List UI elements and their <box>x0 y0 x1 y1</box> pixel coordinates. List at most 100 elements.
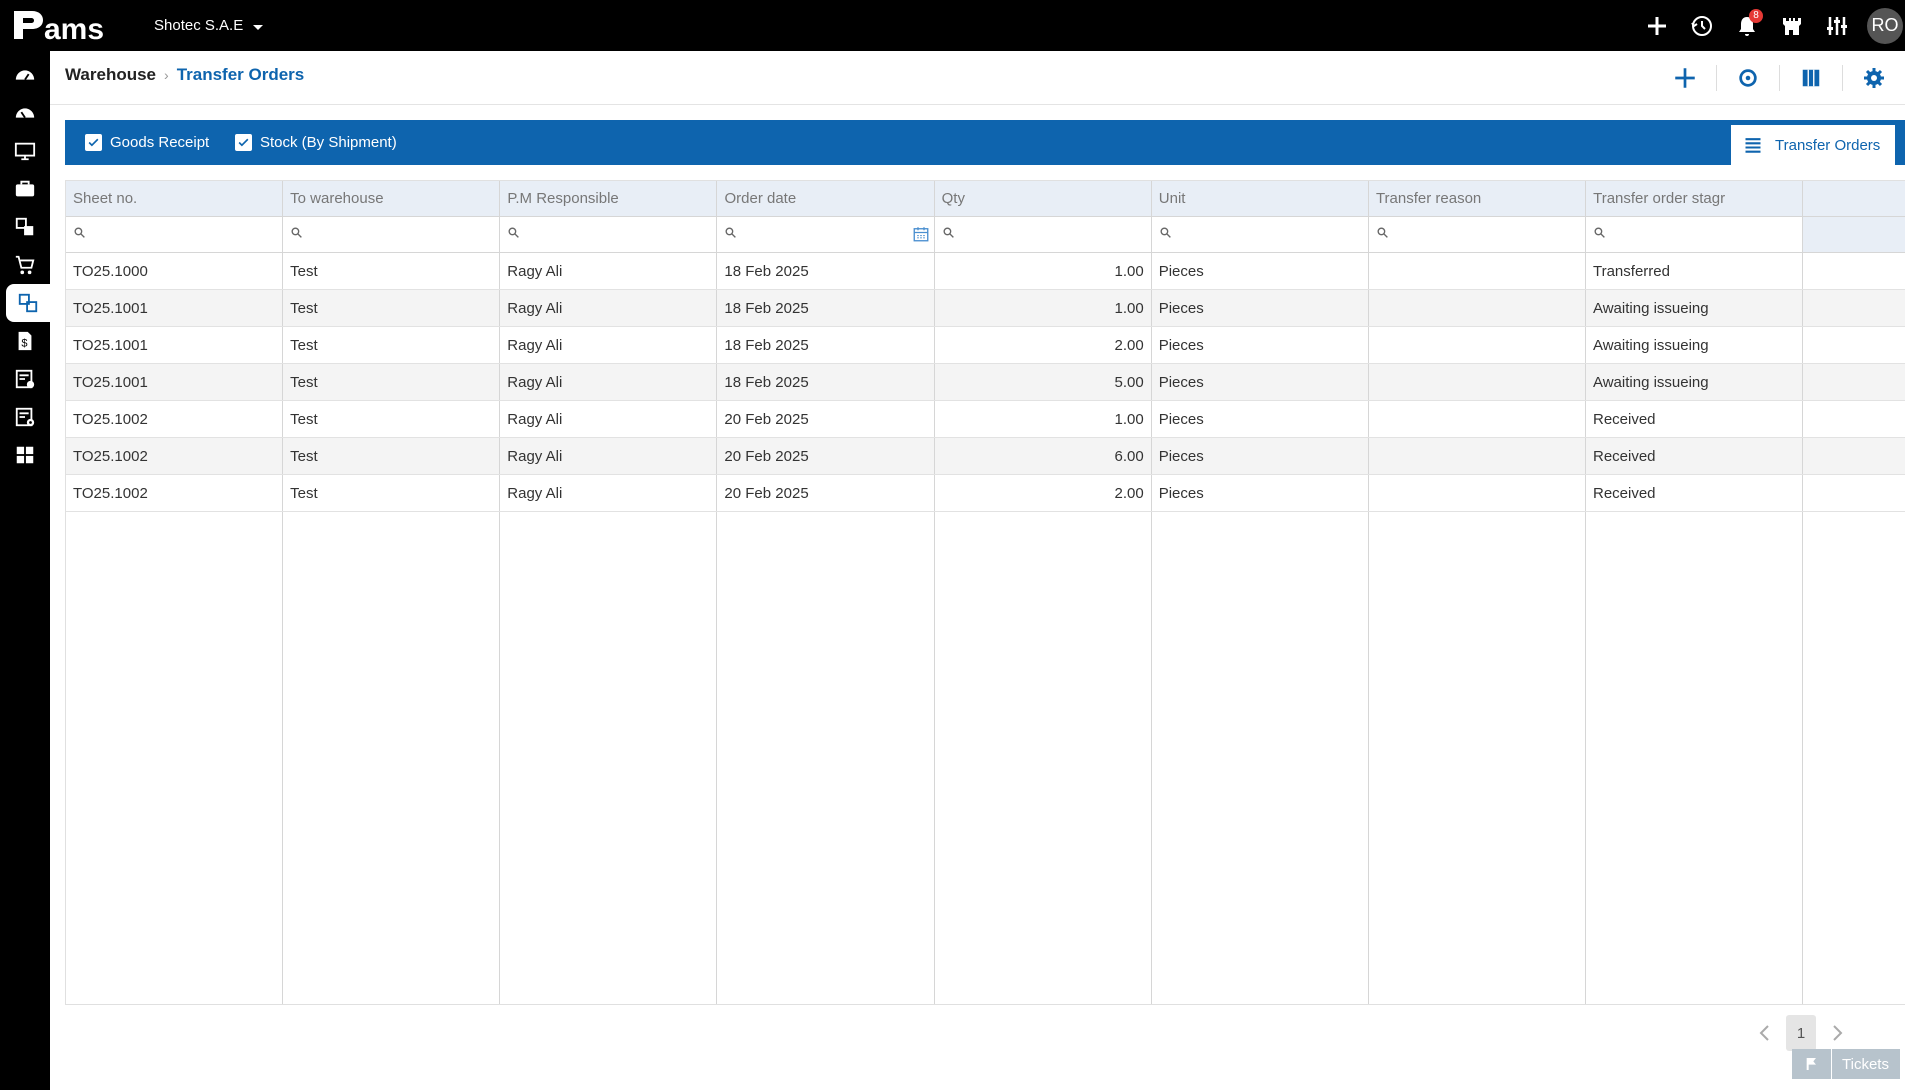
cell-filler <box>1803 401 1905 437</box>
column-header-pm-responsible[interactable]: P.M Responsible <box>500 181 717 217</box>
cell-transfer-reason <box>1369 327 1586 363</box>
chevron-right-icon: › <box>164 67 169 83</box>
cell-pm-responsible: Ragy Ali <box>500 290 718 326</box>
table-row[interactable]: TO25.1001 Test Ragy Ali 18 Feb 2025 2.00 Piec… <box>66 327 1905 364</box>
column-header-qty[interactable]: Qty <box>934 181 1151 217</box>
tickets-label: Tickets <box>1842 1055 1889 1073</box>
columns-icon[interactable] <box>1780 51 1842 105</box>
cell-qty: 1.00 <box>935 253 1152 289</box>
grid-body: TO25.1000 Test Ragy Ali 18 Feb 2025 1.00 Piec… <box>66 253 1905 512</box>
cell-transfer-order-stage: Awaiting issueing <box>1586 327 1804 363</box>
monitor-icon[interactable] <box>0 132 50 170</box>
column-header-sheet-no[interactable]: Sheet no. <box>66 181 283 217</box>
table-row[interactable]: TO25.1002 Test Ragy Ali 20 Feb 2025 1.00 Piec… <box>66 401 1905 438</box>
sidebar: $ <box>0 51 50 1090</box>
cell-sheet-no: TO25.1001 <box>66 327 284 363</box>
bell-icon[interactable]: 8 <box>1724 0 1769 51</box>
cell-pm-responsible: Ragy Ali <box>500 475 718 511</box>
table-row[interactable]: TO25.1001 Test Ragy Ali 18 Feb 2025 5.00 Piec… <box>66 364 1905 401</box>
column-header-filler <box>1803 181 1905 217</box>
filter-to-warehouse[interactable] <box>283 217 500 253</box>
cell-sheet-no: TO25.1002 <box>66 475 284 511</box>
tab-stock-by-shipment[interactable]: Stock (By Shipment) <box>235 120 397 165</box>
page-number[interactable]: 1 <box>1786 1015 1816 1051</box>
dashboard-icon[interactable] <box>0 56 50 94</box>
table-row[interactable]: TO25.1000 Test Ragy Ali 18 Feb 2025 1.00 Piec… <box>66 253 1905 290</box>
tab-goods-receipt[interactable]: Goods Receipt <box>85 120 209 165</box>
cell-transfer-order-stage: Received <box>1586 401 1804 437</box>
table-row[interactable]: TO25.1002 Test Ragy Ali 20 Feb 2025 2.00 Piec… <box>66 475 1905 512</box>
cell-transfer-order-stage: Transferred <box>1586 253 1804 289</box>
top-bar: ams Shotec S.A.E 8 RO <box>0 0 1905 51</box>
filter-qty[interactable] <box>934 217 1151 253</box>
cell-filler <box>1803 364 1905 400</box>
add-record-button[interactable] <box>1654 51 1716 105</box>
chevron-right-icon[interactable] <box>1826 1015 1850 1051</box>
castle-icon[interactable] <box>1769 0 1814 51</box>
column-header-unit[interactable]: Unit <box>1151 181 1368 217</box>
cell-transfer-reason <box>1369 475 1586 511</box>
column-header-transfer-reason[interactable]: Transfer reason <box>1368 181 1586 217</box>
cell-filler <box>1803 290 1905 326</box>
cell-order-date: 18 Feb 2025 <box>717 290 935 326</box>
money-document-icon[interactable]: $ <box>0 322 50 360</box>
search-icon <box>73 226 86 244</box>
cell-pm-responsible: Ragy Ali <box>500 438 718 474</box>
tab-transfer-orders[interactable]: Transfer Orders <box>1731 125 1895 165</box>
dashboard-alt-icon[interactable] <box>0 94 50 132</box>
refresh-button[interactable] <box>1717 51 1779 105</box>
filter-order-date[interactable] <box>717 217 934 253</box>
cell-transfer-reason <box>1369 253 1586 289</box>
cart-icon[interactable] <box>0 246 50 284</box>
cell-transfer-order-stage: Received <box>1586 475 1804 511</box>
cell-order-date: 20 Feb 2025 <box>717 438 935 474</box>
filter-unit[interactable] <box>1151 217 1368 253</box>
chevron-left-icon[interactable] <box>1752 1015 1776 1051</box>
history-icon[interactable] <box>1679 0 1724 51</box>
filter-transfer-order-stage[interactable] <box>1586 217 1803 253</box>
cell-sheet-no: TO25.1001 <box>66 364 284 400</box>
page-header: Warehouse › Transfer Orders <box>50 51 1905 105</box>
cell-filler <box>1803 475 1905 511</box>
cell-transfer-reason <box>1369 438 1586 474</box>
caret-down-icon <box>253 25 264 30</box>
sliders-icon[interactable] <box>1814 0 1859 51</box>
table-row[interactable]: TO25.1001 Test Ragy Ali 18 Feb 2025 1.00 Piec… <box>66 290 1905 327</box>
cell-order-date: 18 Feb 2025 <box>717 253 935 289</box>
cell-sheet-no: TO25.1002 <box>66 438 284 474</box>
column-header-transfer-order-stage[interactable]: Transfer order stagr <box>1586 181 1803 217</box>
breadcrumb-warehouse[interactable]: Warehouse <box>65 65 156 85</box>
column-header-to-warehouse[interactable]: To warehouse <box>283 181 500 217</box>
cell-unit: Pieces <box>1152 438 1369 474</box>
user-avatar[interactable]: RO <box>1867 7 1903 44</box>
tab-stock-label: Stock (By Shipment) <box>260 134 397 151</box>
svg-text:ams: ams <box>44 13 104 45</box>
transfer-orders-icon[interactable] <box>6 284 50 322</box>
checkbox-checked-icon[interactable] <box>235 134 252 151</box>
table-row[interactable]: TO25.1002 Test Ragy Ali 20 Feb 2025 6.00 Piec… <box>66 438 1905 475</box>
grid-apps-icon[interactable] <box>0 436 50 474</box>
cell-filler <box>1803 438 1905 474</box>
filter-transfer-reason[interactable] <box>1368 217 1586 253</box>
search-icon <box>724 226 737 244</box>
filter-sheet-no[interactable] <box>66 217 283 253</box>
notification-badge: 8 <box>1749 9 1763 23</box>
checklist-icon[interactable] <box>0 360 50 398</box>
cell-sheet-no: TO25.1000 <box>66 253 284 289</box>
tickets-button[interactable]: Tickets <box>1792 1049 1900 1079</box>
warehouse-transfer-icon[interactable] <box>0 208 50 246</box>
gear-icon[interactable] <box>1843 51 1905 105</box>
column-header-order-date[interactable]: Order date <box>717 181 934 217</box>
cell-to-warehouse: Test <box>283 401 501 437</box>
add-icon[interactable] <box>1634 0 1679 51</box>
search-icon <box>507 226 520 244</box>
pams-logo[interactable]: ams <box>10 4 130 46</box>
checkbox-checked-icon[interactable] <box>85 134 102 151</box>
filter-pm-responsible[interactable] <box>500 217 717 253</box>
settings-document-icon[interactable] <box>0 398 50 436</box>
cell-qty: 5.00 <box>935 364 1152 400</box>
cell-transfer-reason <box>1369 401 1586 437</box>
company-selector[interactable]: Shotec S.A.E <box>154 0 264 51</box>
briefcase-icon[interactable] <box>0 170 50 208</box>
calendar-icon[interactable] <box>912 225 930 248</box>
